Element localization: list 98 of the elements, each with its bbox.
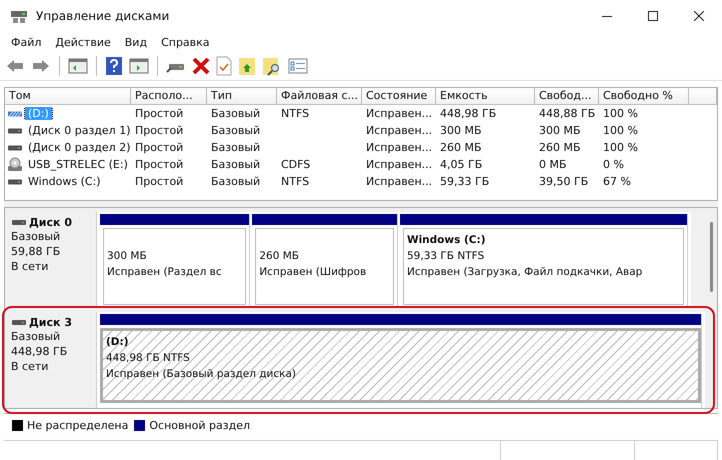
partition-body[interactable]: Windows (C:) 59,33 ГБ NTFS Исправен (Загрузка, Файл подкачки, Авар xyxy=(403,228,684,305)
menu-item[interactable]: Файл xyxy=(4,36,48,48)
folder-up-icon[interactable] xyxy=(238,56,256,76)
window-title: Управление дисками xyxy=(36,9,170,23)
partition-size: 260 МБ xyxy=(259,249,300,264)
column-header[interactable]: Свобод... xyxy=(535,88,599,105)
disk-detail: 59,88 ГБ xyxy=(11,244,62,259)
menu-item[interactable]: Действие xyxy=(48,36,118,48)
table-cell: Исправен... xyxy=(366,141,432,154)
partition-body[interactable]: 300 МБ Исправен (Раздел вс xyxy=(103,228,246,305)
partition-block[interactable]: (D:) 448,98 ГБ NTFS Исправен (Базовый раздел диска) xyxy=(100,314,702,408)
folder-search-icon[interactable] xyxy=(262,56,282,76)
maximize-icon xyxy=(648,11,658,21)
table-cell: 39,50 ГБ xyxy=(539,175,588,188)
app-icon xyxy=(10,8,28,24)
table-cell: 448,98 ГБ xyxy=(440,107,496,120)
close-icon xyxy=(694,11,704,21)
help-icon[interactable] xyxy=(105,56,123,76)
partition-block[interactable]: 300 МБ Исправен (Раздел вс xyxy=(100,214,250,308)
partition-size: 59,33 ГБ NTFS xyxy=(407,249,486,264)
table-cell: Простой xyxy=(135,141,184,154)
table-cell: Базовый xyxy=(211,107,260,120)
column-header[interactable]: Свободно % xyxy=(599,88,689,105)
striped-volume-icon xyxy=(7,110,23,116)
column-header[interactable]: Состояние xyxy=(362,88,436,105)
partition-title: Windows (C:) xyxy=(407,233,486,248)
list-icon[interactable] xyxy=(288,57,308,75)
table-cell: 100 % xyxy=(603,141,638,154)
table-cell: 0 % xyxy=(603,158,624,171)
partition-body[interactable]: (D:) 448,98 ГБ NTFS Исправен (Базовый раздел диска) xyxy=(100,328,701,403)
panel-icon[interactable] xyxy=(68,57,88,75)
table-cell: NTFS xyxy=(281,175,310,188)
volume-name[interactable]: (Диск 0 раздел 2) xyxy=(25,141,131,154)
table-cell: 300 МБ xyxy=(440,124,482,137)
table-cell: 0 МБ xyxy=(539,158,567,171)
panel-icon[interactable] xyxy=(129,57,149,75)
back-icon[interactable] xyxy=(5,57,25,75)
column-header[interactable]: Том xyxy=(5,88,131,105)
menu-item[interactable]: Вид xyxy=(118,36,154,48)
column-header[interactable]: Тип xyxy=(207,88,277,105)
disk-detail: Базовый xyxy=(11,329,62,344)
column-header[interactable]: Располо... xyxy=(131,88,207,105)
cd-drive-icon xyxy=(7,157,23,172)
disk-detail: 448,98 ГБ xyxy=(11,344,68,359)
disk-detail: В сети xyxy=(11,359,50,374)
table-cell: Исправен... xyxy=(366,175,432,188)
table-cell: Простой xyxy=(135,107,184,120)
disk-detail: Базовый xyxy=(11,229,62,244)
partition-status: Исправен (Раздел вс xyxy=(107,265,223,280)
table-cell: 100 % xyxy=(603,107,638,120)
table-cell: 300 МБ xyxy=(539,124,581,137)
partition-block[interactable]: 260 МБ Исправен (Шифров xyxy=(252,214,398,308)
table-cell: Простой xyxy=(135,158,184,171)
volume-name[interactable]: USB_STRELEC (E:) xyxy=(25,158,131,171)
forward-icon[interactable] xyxy=(31,57,51,75)
table-cell: Базовый xyxy=(211,124,260,137)
table-cell: 448,88 ГБ xyxy=(539,107,596,120)
table-cell: CDFS xyxy=(281,158,310,171)
drive-icon xyxy=(7,128,23,134)
volume-name[interactable]: Windows (C:) xyxy=(25,175,104,188)
table-cell: Исправен... xyxy=(366,107,432,120)
table-cell: 67 % xyxy=(603,175,631,188)
partition-body[interactable]: 260 МБ Исправен (Шифров xyxy=(255,228,394,305)
table-cell: Базовый xyxy=(211,175,260,188)
checked-document-icon[interactable] xyxy=(216,56,232,76)
partition-size: 448,98 ГБ NTFS xyxy=(106,351,191,366)
drive-icon xyxy=(7,178,23,184)
table-cell: Простой xyxy=(135,175,184,188)
table-cell: Исправен... xyxy=(366,124,432,137)
legend-label: Основной раздел xyxy=(149,418,250,432)
legend-label: Не распределена xyxy=(27,418,128,432)
partition-status: Исправен (Шифров xyxy=(259,265,368,280)
partition-status: Исправен (Загрузка, Файл подкачки, Авар xyxy=(407,265,644,280)
column-header[interactable]: Файловая с... xyxy=(277,88,362,105)
table-cell: Базовый xyxy=(211,141,260,154)
table-cell: 100 % xyxy=(603,124,638,137)
partition-size: 300 МБ xyxy=(107,249,148,264)
table-cell: 260 МБ xyxy=(539,141,581,154)
menu-item[interactable]: Справка xyxy=(154,36,217,48)
drive-icon xyxy=(7,144,23,150)
column-header[interactable]: Емкость xyxy=(436,88,535,105)
table-cell: 4,05 ГБ xyxy=(440,158,482,171)
table-cell: Исправен... xyxy=(366,158,432,171)
table-cell: 59,33 ГБ xyxy=(440,175,490,188)
table-cell: NTFS xyxy=(281,107,310,120)
volume-name[interactable]: (Диск 0 раздел 1) xyxy=(25,124,131,137)
delete-icon[interactable] xyxy=(192,57,210,75)
partition-title: (D:) xyxy=(106,335,130,350)
partition-status: Исправен (Базовый раздел диска) xyxy=(106,367,298,382)
partition-block[interactable]: Windows (C:) 59,33 ГБ NTFS Исправен (Загрузка, Файл подкачки, Авар xyxy=(400,214,688,308)
scrollbar-thumb[interactable] xyxy=(710,222,712,292)
table-cell: Базовый xyxy=(211,158,260,171)
disk-detail: В сети xyxy=(11,259,50,274)
disk-name: Диск 0 xyxy=(29,216,72,229)
table-cell: Простой xyxy=(135,124,184,137)
splitter-bar[interactable] xyxy=(4,200,718,208)
disk-name: Диск 3 xyxy=(29,316,72,329)
table-cell: 260 МБ xyxy=(440,141,482,154)
